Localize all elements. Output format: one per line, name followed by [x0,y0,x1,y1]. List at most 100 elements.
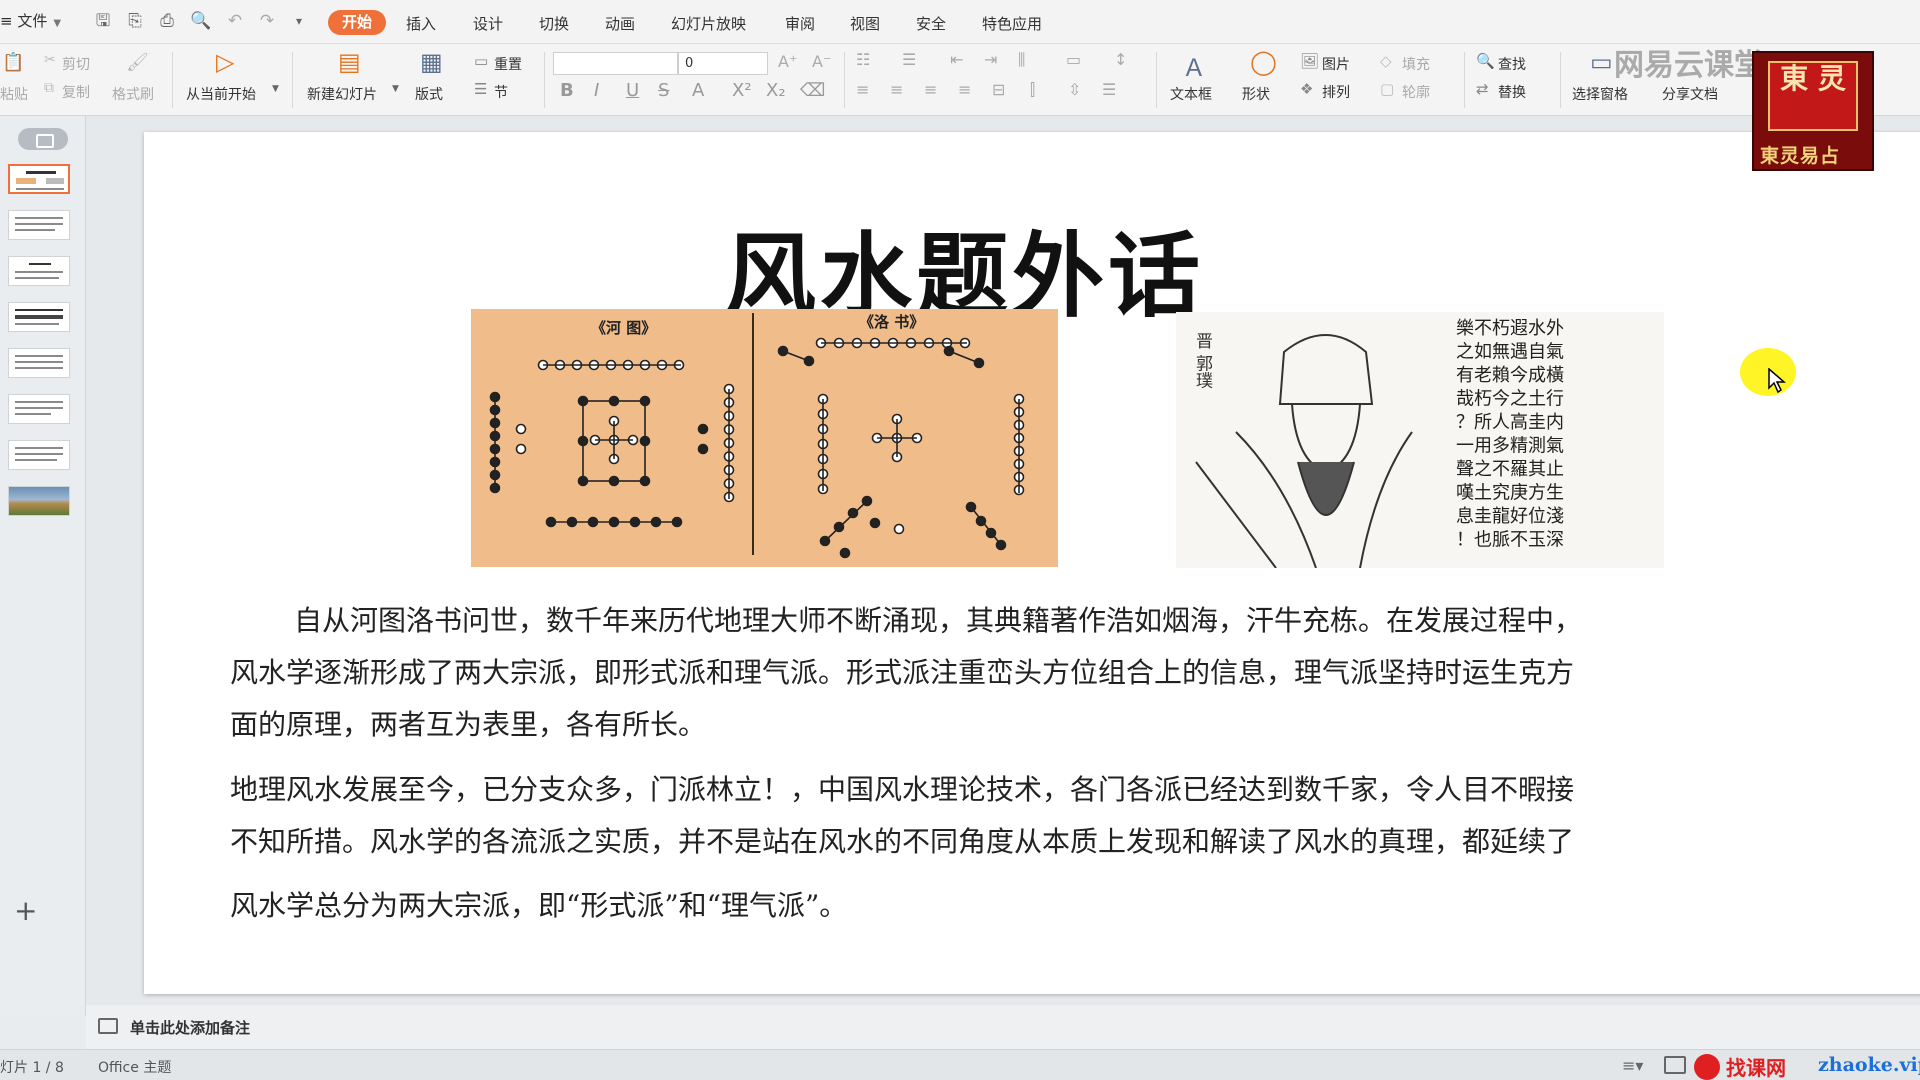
new-slide-button[interactable]: 新建幻灯片 [307,84,377,104]
justify-icon[interactable]: ≡ [958,80,971,99]
list-options-icon[interactable]: ☰ [1102,80,1116,99]
tab-insert[interactable]: 插入 [406,13,436,34]
print-icon[interactable]: ⎙ [156,10,178,32]
picture-button[interactable]: 图片 [1322,54,1350,74]
bullets-icon[interactable]: ☷ [856,50,870,69]
increase-font-icon[interactable]: A⁺ [778,52,797,71]
arrange-icon[interactable]: ❖ [1300,80,1313,98]
outline-button[interactable]: 轮廓 [1402,82,1430,102]
cut-button[interactable]: 剪切 [62,54,90,74]
export-pdf-icon[interactable]: ⎘ [124,10,146,32]
layout-button[interactable]: 版式 [415,84,443,104]
redo-icon[interactable]: ↷ [256,10,278,32]
paste-icon[interactable]: 📋 [2,52,24,73]
line-spacing-icon[interactable]: ↕ [1114,50,1127,69]
paragraph-line-2[interactable]: 风水学逐渐形成了两大宗派，即形式派和理气派。形式派注重峦头方位组合上的信息，理气… [230,651,1574,691]
selection-pane-button[interactable]: 选择窗格 [1572,84,1628,104]
distribute-icon[interactable]: ⊟ [992,80,1005,99]
slide-thumbnail-4[interactable] [8,302,70,332]
fill-button[interactable]: 填充 [1402,54,1430,74]
picture-icon[interactable]: 🖼 [1300,52,1319,70]
section-button[interactable]: 节 [494,82,508,102]
reset-button[interactable]: 重置 [494,54,522,74]
new-slide-icon[interactable]: ▤ [338,48,361,76]
play-from-current-button[interactable]: 从当前开始 [186,84,256,104]
textbox-button[interactable]: 文本框 [1170,84,1212,104]
selection-pane-icon[interactable]: ▭ [1590,48,1613,76]
shape-icon[interactable]: ◯ [1250,48,1277,76]
slide-thumbnail-8[interactable] [8,486,70,516]
format-painter-button[interactable]: 格式刷 [112,84,154,104]
superscript-icon[interactable]: X² [732,80,752,101]
slide-thumbnail-6[interactable] [8,394,70,424]
tab-security[interactable]: 安全 [916,13,946,34]
italic-icon[interactable]: I [594,80,599,101]
paragraph-line-3[interactable]: 面的原理，两者互为表里，各有所长。 [230,703,706,743]
slide-thumbnail-1[interactable] [8,164,70,194]
file-menu[interactable]: ≡ 文件 ▼ [0,10,61,31]
chevron-down-icon[interactable]: ▼ [272,84,279,94]
slide-thumbnail-7[interactable] [8,440,70,470]
view-toggle-button[interactable] [18,128,68,150]
theme-name[interactable]: Office 主题 [98,1057,171,1077]
shape-button[interactable]: 形状 [1242,84,1270,104]
find-button[interactable]: 查找 [1498,54,1526,74]
decrease-indent-icon[interactable]: ⇤ [950,50,963,69]
cut-icon[interactable]: ✂ [44,52,56,68]
columns-icon[interactable]: ⫿ [1030,80,1035,100]
tab-home[interactable]: 开始 [328,10,386,35]
paragraph-line-4[interactable]: 地理风水发展至今，已分支众多，门派林立！，中国风水理论技术，各门各派已经达到数千… [230,768,1574,808]
reset-icon[interactable]: ▭ [474,52,488,70]
replace-button[interactable]: 替换 [1498,82,1526,102]
font-color-icon[interactable]: A [692,80,704,101]
outline-icon[interactable]: ▢ [1380,80,1394,98]
copy-button[interactable]: 复制 [62,82,90,102]
notes-bar[interactable]: 单击此处添加备注 [86,1005,1920,1049]
fill-icon[interactable]: ◇ [1380,52,1392,70]
align-left-icon[interactable]: ≡ [856,80,869,99]
save-icon[interactable]: 🖫 [92,10,114,32]
paste-button[interactable]: 粘贴 [0,84,28,104]
subscript-icon[interactable]: X₂ [766,80,786,101]
tab-slideshow[interactable]: 幻灯片放映 [671,13,746,34]
replace-icon[interactable]: ⇄ [1476,80,1489,98]
paragraph-line-1[interactable]: 自从河图洛书问世，数千年来历代地理大师不断涌现，其典籍著作浩如烟海，汗牛充栋。在… [294,599,1582,639]
decrease-font-icon[interactable]: A⁻ [812,52,831,71]
copy-icon[interactable]: ⧉ [44,80,54,96]
print-preview-icon[interactable]: 🔍 [190,10,212,32]
numbering-icon[interactable]: ☰ [902,50,916,69]
tab-special-apps[interactable]: 特色应用 [982,13,1042,34]
notes-view-icon[interactable]: ≡▾ [1622,1056,1643,1075]
slide-thumbnail-3[interactable] [8,256,70,286]
arrange-button[interactable]: 排列 [1322,82,1350,102]
font-size-select[interactable]: 0 [678,52,768,75]
guo-pu-portrait-image[interactable]: 晋 郭璞 樂不朽遐水外 之如無遇自氣 有老賴今成橫 哉朽今之土行 ？所人高圭内 一用多精測… [1176,312,1664,569]
tab-view[interactable]: 视图 [850,13,880,34]
hetu-luoshu-image[interactable]: 《河 图》 《洛 书》 [471,309,1058,567]
textbox-icon[interactable]: Ａ [1182,48,1206,83]
normal-view-icon[interactable] [1664,1056,1686,1074]
tab-review[interactable]: 审阅 [785,13,815,34]
increase-indent-icon[interactable]: ⇥ [984,50,997,69]
clear-format-icon[interactable]: ⌫ [800,80,825,101]
paragraph-line-6[interactable]: 风水学总分为两大宗派，即“形式派”和“理气派”。 [230,884,847,924]
paragraph-line-5[interactable]: 不知所措。风水学的各流派之实质，并不是站在风水的不同角度从本质上发现和解读了风水… [230,820,1574,860]
text-direction-icon[interactable]: ⫼ [1018,50,1025,70]
align-right-icon[interactable]: ≡ [924,80,937,99]
format-painter-icon[interactable]: 🖌 [126,52,149,73]
align-center-icon[interactable]: ≡ [890,80,903,99]
chevron-down-icon[interactable]: ▼ [392,84,399,94]
slide-thumbnail-5[interactable] [8,348,70,378]
paragraph-spacing-icon[interactable]: ⇳ [1068,80,1081,99]
font-family-select[interactable] [553,52,678,75]
strikethrough-icon[interactable]: S [658,80,669,101]
add-slide-icon[interactable]: + [14,894,37,927]
undo-icon[interactable]: ↶ [224,10,246,32]
play-icon[interactable]: ▷ [216,48,234,76]
tab-animations[interactable]: 动画 [605,13,635,34]
layout-icon[interactable]: ▦ [420,48,443,76]
section-icon[interactable]: ☰ [474,80,487,98]
slide[interactable]: 风水题外话 《河 图》 《洛 书》 晋 郭璞 樂不朽遐水外 之如無遇自氣 有老賴… [144,132,1920,994]
tab-transitions[interactable]: 切换 [539,13,569,34]
tab-design[interactable]: 设计 [473,13,503,34]
